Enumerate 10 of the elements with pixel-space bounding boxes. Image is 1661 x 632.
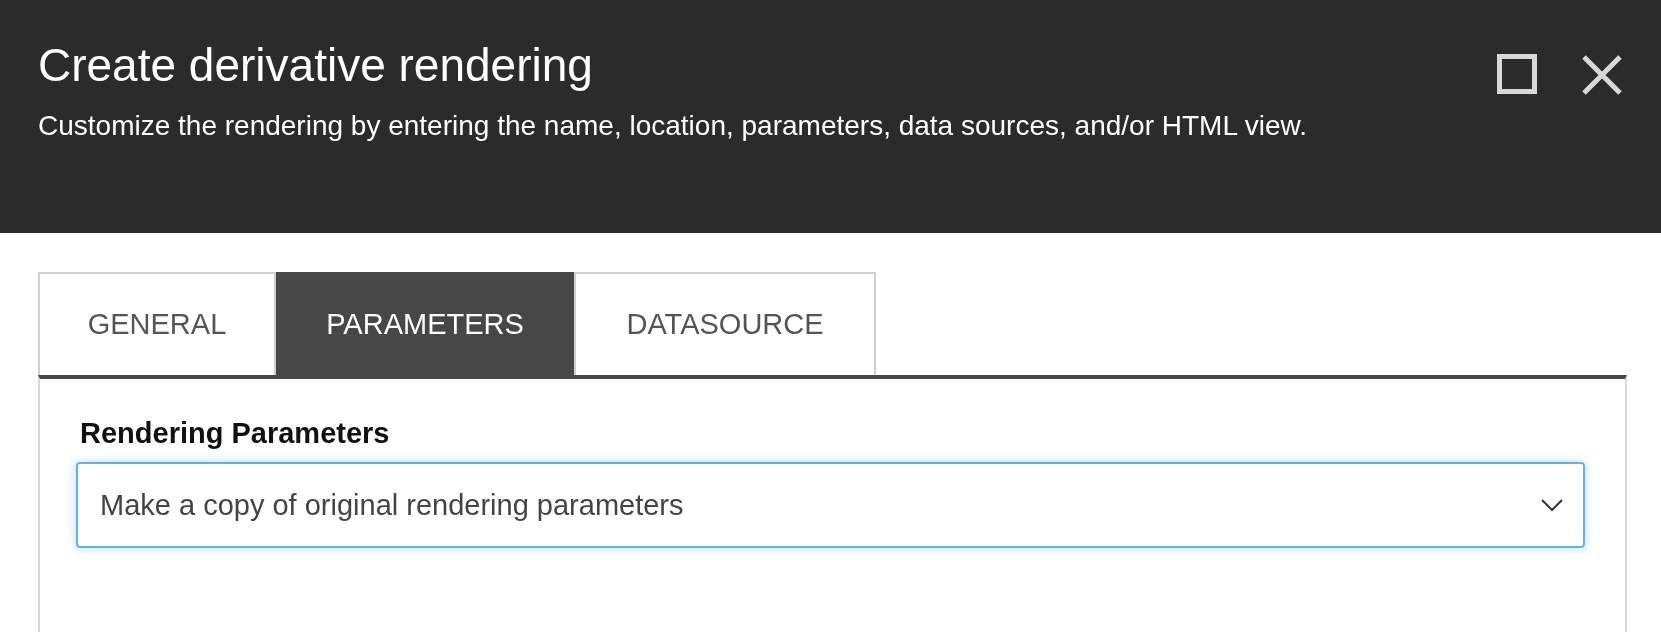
dialog-subtitle: Customize the rendering by entering the name, location, parameters, data sources, and/or HTML view.: [38, 108, 1308, 143]
dialog-title: Create derivative rendering: [38, 40, 594, 91]
tab[interactable]: DATASOURCE: [574, 272, 876, 375]
dropdown-field[interactable]: Make a copy of original rendering parameters: [76, 462, 1585, 548]
chevron-down-icon: [1541, 498, 1563, 512]
tab[interactable]: PARAMETERS: [276, 272, 574, 375]
maximize-icon[interactable]: [1497, 54, 1537, 94]
close-icon[interactable]: [1581, 54, 1623, 96]
field-label: Rendering Parameters: [80, 417, 390, 450]
tab[interactable]: GENERAL: [38, 272, 276, 375]
